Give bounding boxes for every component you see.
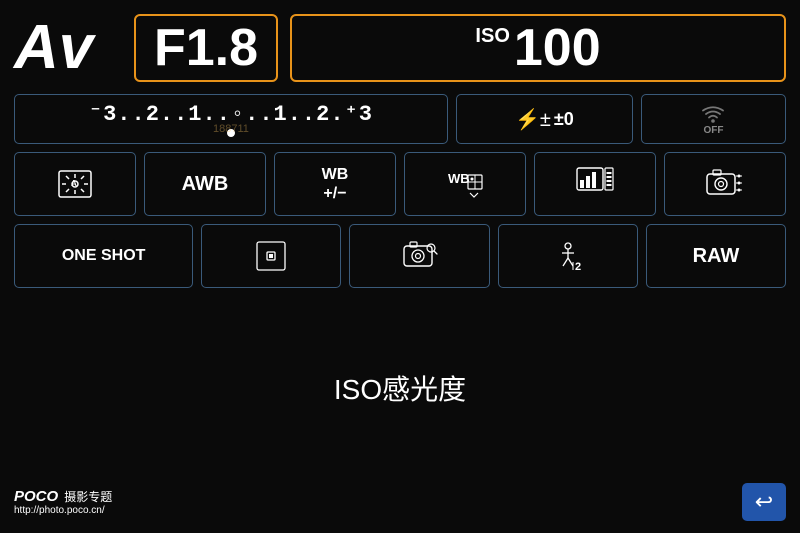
awb-label: AWB	[182, 173, 229, 196]
iso-prefix: ISO	[475, 26, 509, 46]
poco-brand-name: POCO	[14, 488, 58, 505]
af-mode-btn[interactable]: ONE SHOT	[14, 224, 193, 288]
wifi-box[interactable]: OFF	[641, 94, 786, 144]
wb-adjust-btn[interactable]: WB+/−	[274, 152, 396, 216]
settings-row: A AWB WB+/− WB	[14, 152, 786, 216]
poco-branding: POCO 摄影专题 http://photo.poco.cn/	[14, 488, 112, 516]
mode-row: ONE SHOT	[14, 224, 786, 288]
iso-label-row: ISO感光度	[14, 296, 786, 479]
exposure-row: ⁻3..2..1..◦..1..2.⁺3 188711 ⚡± ±0 OFF	[14, 94, 786, 144]
flash-icon: ⚡±	[515, 107, 551, 132]
top-row: Av F1.8 ISO 100	[14, 10, 786, 86]
format-label: RAW	[693, 245, 740, 268]
iso-value: 100	[514, 22, 601, 74]
exposure-indicator	[227, 129, 235, 137]
svg-text:2: 2	[575, 261, 581, 272]
self-timer-btn[interactable]: 2	[498, 224, 638, 288]
flash-value: ±0	[554, 109, 574, 130]
picture-style-btn[interactable]	[534, 152, 656, 216]
image-format-btn[interactable]: RAW	[646, 224, 786, 288]
bottom-bar: POCO 摄影专题 http://photo.poco.cn/ ↩	[14, 479, 786, 523]
exposure-compensation-box[interactable]: ⁻3..2..1..◦..1..2.⁺3 188711	[14, 94, 448, 144]
iso-box[interactable]: ISO 100	[290, 14, 786, 82]
flash-compensation-box[interactable]: ⚡± ±0	[456, 94, 633, 144]
back-icon: ↩	[755, 489, 773, 515]
poco-url: http://photo.poco.cn/	[14, 505, 112, 516]
svg-text:A: A	[71, 179, 77, 188]
camera-lcd-screen: Av F1.8 ISO 100 ⁻3..2..1..◦..1..2.⁺3 188…	[0, 0, 800, 533]
iso-full-label: ISO感光度	[334, 368, 466, 408]
aperture-value[interactable]: F1.8	[134, 14, 278, 82]
spot-metering-btn[interactable]	[201, 224, 341, 288]
white-balance-btn[interactable]: AWB	[144, 152, 266, 216]
svg-text:WB: WB	[448, 171, 470, 186]
wifi-icon: OFF	[699, 103, 727, 136]
back-button[interactable]: ↩	[742, 483, 786, 521]
wifi-status: OFF	[703, 125, 723, 136]
exposure-scale: ⁻3..2..1..◦..1..2.⁺3	[89, 101, 373, 127]
live-view-btn[interactable]	[349, 224, 489, 288]
shooting-mode: Av	[14, 17, 114, 79]
af-mode-label: ONE SHOT	[62, 247, 146, 265]
poco-subtitle: 摄影专题	[64, 488, 112, 505]
metering-mode-btn[interactable]: A	[14, 152, 136, 216]
camera-settings-btn[interactable]	[664, 152, 786, 216]
wb-shift-btn[interactable]: WB	[404, 152, 526, 216]
wb-adjust-label: WB+/−	[322, 165, 349, 203]
